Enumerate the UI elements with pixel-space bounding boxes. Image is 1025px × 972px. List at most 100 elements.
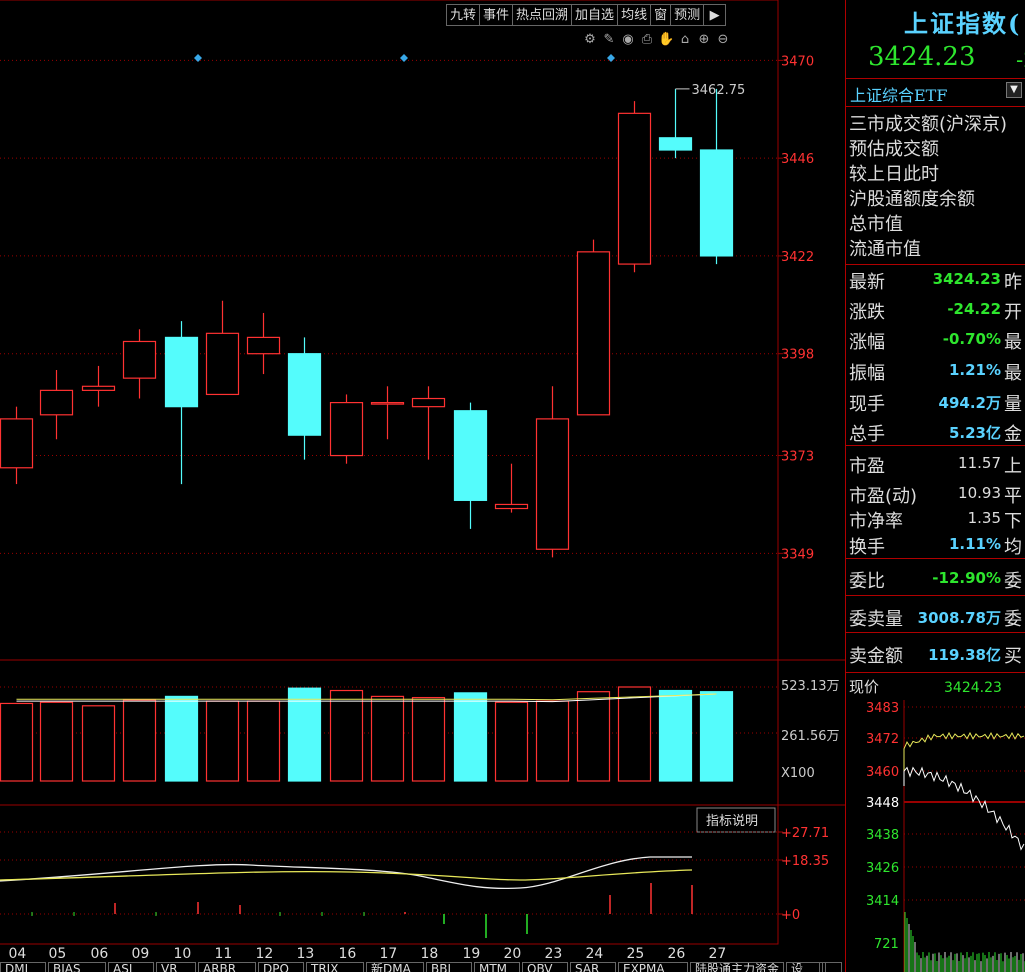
main-chart-area[interactable]: 3470 3446 3422 3398 3373 3349 3462.75 523.13万 26…: [0, 0, 845, 972]
indicator-tab[interactable]: SAR: [570, 962, 616, 972]
index-title[interactable]: 上证指数(: [904, 4, 1021, 39]
candle-body[interactable]: [576, 251, 611, 416]
candle-body[interactable]: [370, 401, 405, 405]
volume-bar[interactable]: [576, 691, 611, 782]
volume-bar[interactable]: [81, 705, 116, 782]
volume-bar[interactable]: [453, 692, 488, 782]
chart-svg[interactable]: 3470 3446 3422 3398 3373 3349 3462.75 523.13万 26…: [0, 0, 845, 972]
indicator-tab[interactable]: ARBR: [198, 962, 256, 972]
volume-bar[interactable]: [535, 700, 570, 782]
volume-bar[interactable]: [411, 696, 446, 782]
indicator-tab[interactable]: BIAS: [48, 962, 106, 972]
divider: [846, 632, 1025, 633]
candle-body[interactable]: [164, 336, 199, 408]
volume-bar[interactable]: [205, 700, 240, 782]
candle-body[interactable]: [122, 340, 157, 379]
etf-link[interactable]: 上证综合ETF: [850, 82, 947, 106]
pen-icon[interactable]: ✎: [601, 32, 617, 48]
volume-bar[interactable]: [617, 686, 652, 782]
candle-body[interactable]: [205, 332, 240, 396]
stat-value: 1.21%: [948, 361, 1001, 379]
toolbar-button-1[interactable]: 事件: [480, 4, 514, 26]
stat-value: 1.35: [967, 509, 1001, 527]
scroll-right-icon[interactable]: [822, 962, 842, 972]
indicator-line-yellow: [0, 869, 693, 881]
indicator-tab[interactable]: MTM: [474, 962, 520, 972]
mini-price-tick: 3472: [866, 732, 899, 747]
mini-price-tick: 3414: [866, 894, 899, 909]
scroll-left-icon[interactable]: [800, 962, 820, 972]
volume-bar[interactable]: [246, 700, 281, 782]
zoom-in-icon[interactable]: ⊕: [696, 32, 712, 48]
indicator-tab[interactable]: TRIX: [306, 962, 364, 972]
candle-body[interactable]: [658, 137, 693, 151]
high-marker-label: 3462.75: [692, 83, 746, 98]
toolbar-button-0[interactable]: 九转: [446, 4, 481, 26]
indicator-tab[interactable]: 陆股通主力资金: [690, 962, 784, 972]
eye-icon[interactable]: ◉: [620, 32, 636, 48]
info-label: 较上日此时: [849, 164, 939, 185]
candle-body[interactable]: [494, 503, 529, 510]
indicator-tab[interactable]: EXPMA: [618, 962, 688, 972]
stat-tail-label: 委: [1004, 571, 1022, 592]
volume-bar[interactable]: [39, 701, 74, 782]
stat-tail-label: 委: [1004, 609, 1022, 630]
stat-label: 委卖量: [849, 609, 903, 630]
volume-bar[interactable]: [699, 691, 734, 782]
volume-bar[interactable]: [164, 695, 199, 782]
indicator-tab[interactable]: DMI: [0, 962, 46, 972]
hand-icon[interactable]: ✋: [658, 32, 674, 48]
candle-body[interactable]: [329, 401, 364, 457]
stat-value: -12.90%: [932, 569, 1001, 587]
print-icon[interactable]: ⎙: [639, 32, 655, 48]
date-label: 04: [9, 946, 27, 962]
collapse-right-icon[interactable]: ▶: [704, 4, 727, 26]
stat-value: -0.70%: [942, 330, 1001, 348]
date-label: 25: [627, 946, 645, 962]
volume-bar[interactable]: [287, 687, 322, 782]
indicator-tab[interactable]: ASI: [108, 962, 154, 972]
volume-bar[interactable]: [658, 689, 693, 782]
volume-bar[interactable]: [122, 699, 157, 782]
stat-value: 5.23亿: [948, 424, 1001, 442]
mini-price-tick: 3483: [866, 701, 899, 716]
volume-bar[interactable]: [494, 701, 529, 782]
toolbar-button-6[interactable]: 预测: [671, 4, 705, 26]
candle-body[interactable]: [246, 336, 281, 355]
candle-body[interactable]: [81, 385, 116, 391]
toolbar-button-3[interactable]: 加自选: [572, 4, 619, 26]
indicator-axis-label: +27.71: [781, 826, 829, 841]
candle-body[interactable]: [617, 112, 652, 265]
date-label: 09: [132, 946, 150, 962]
indicator-tab[interactable]: BBI: [426, 962, 472, 972]
stat-value: 3424.23: [932, 270, 1001, 288]
candle-body[interactable]: [287, 353, 322, 436]
volume-bar[interactable]: [0, 702, 34, 782]
chevron-down-icon[interactable]: ▼: [1006, 82, 1022, 98]
candle-body[interactable]: [699, 149, 734, 257]
indicator-tab[interactable]: VR: [156, 962, 196, 972]
settings-icon[interactable]: ⚙: [582, 32, 598, 48]
candle-body[interactable]: [39, 389, 74, 416]
candle-body[interactable]: [411, 397, 446, 408]
lock-icon[interactable]: ⌂: [677, 32, 693, 48]
zoom-out-icon[interactable]: ⊖: [715, 32, 731, 48]
indicator-tab[interactable]: DPO: [258, 962, 304, 972]
toolbar-button-4[interactable]: 均线: [618, 4, 652, 26]
candle-body[interactable]: [0, 418, 34, 469]
stat-value: -24.22: [947, 300, 1001, 318]
toolbar-button-2[interactable]: 热点回溯: [513, 4, 573, 26]
price-axis-label: 3422: [781, 250, 814, 265]
volume-bar[interactable]: [370, 695, 405, 782]
indicator-tab[interactable]: 新DMA: [366, 962, 424, 972]
divider: [846, 445, 1025, 446]
toolbar-button-5[interactable]: 窗: [651, 4, 672, 26]
intraday-mini-chart[interactable]: 现价 3424.23 3483 3472 3460 3448 3438 3426 3414 721: [846, 676, 1025, 972]
event-marker-icon[interactable]: [400, 54, 408, 62]
indicator-tab[interactable]: OBV: [522, 962, 568, 972]
stat-tail-label: 平: [1004, 486, 1022, 507]
candle-body[interactable]: [535, 418, 570, 550]
candle-body[interactable]: [453, 410, 488, 501]
volume-bar[interactable]: [329, 689, 364, 782]
indicator-axis-label: +18.35: [781, 854, 829, 869]
